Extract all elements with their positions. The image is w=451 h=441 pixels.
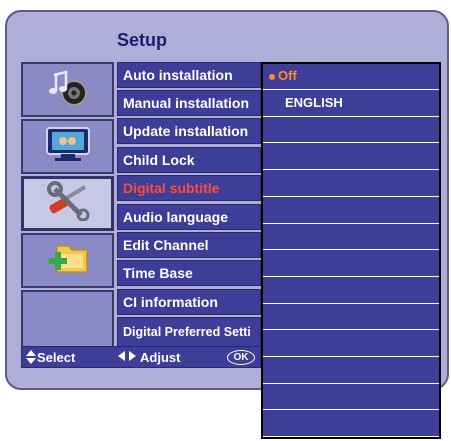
menu-column: Auto installation Manual installation Upda… — [117, 62, 261, 348]
music-speaker-icon — [44, 67, 92, 112]
tools-icon — [43, 181, 93, 226]
menu-item[interactable]: Digital Preferred Setti — [117, 317, 261, 348]
menu-item[interactable]: Update installation — [117, 118, 261, 144]
bottom-bar: Select Adjust OK — [21, 346, 261, 368]
tv-screen-icon — [43, 125, 93, 168]
category-tv[interactable] — [21, 119, 114, 174]
menu-item[interactable]: Audio language — [117, 204, 261, 230]
value-row — [263, 411, 439, 438]
leftright-icon — [118, 350, 136, 365]
value-row — [263, 278, 439, 304]
value-row[interactable]: ENGLISH — [263, 91, 439, 117]
menu-item[interactable]: Time Base — [117, 260, 261, 286]
category-column — [21, 62, 114, 348]
value-text: Off — [278, 68, 297, 83]
value-row — [263, 171, 439, 197]
selected-marker-icon — [269, 73, 275, 80]
value-row — [263, 117, 439, 144]
select-hint: Select — [37, 350, 76, 365]
category-music[interactable] — [21, 62, 114, 117]
adjust-hint: Adjust — [140, 350, 181, 365]
menu-item[interactable]: CI information — [117, 289, 261, 315]
category-empty — [21, 290, 114, 348]
value-column: Off ENGLISH — [261, 62, 441, 439]
value-row[interactable]: Off — [263, 64, 439, 90]
menu-item[interactable]: Child Lock — [117, 147, 261, 173]
ok-icon: OK — [227, 350, 255, 365]
menu-item[interactable]: Auto installation — [117, 62, 261, 88]
category-folder[interactable] — [21, 233, 114, 288]
menu-item[interactable]: Manual installation — [117, 90, 261, 116]
updown-icon — [26, 350, 36, 367]
folder-add-icon — [43, 238, 93, 283]
menu-item[interactable]: Edit Channel — [117, 232, 261, 258]
menu-item[interactable]: Digital subtitle — [117, 175, 261, 201]
value-row — [263, 224, 439, 251]
value-row — [263, 304, 439, 331]
page-title: Setup — [117, 30, 168, 50]
value-row — [263, 358, 439, 384]
value-row — [263, 144, 439, 171]
value-row — [263, 331, 439, 357]
value-text: ENGLISH — [285, 94, 343, 110]
value-row — [263, 251, 439, 277]
category-tools[interactable] — [21, 176, 114, 231]
value-row — [263, 384, 439, 411]
value-row — [263, 198, 439, 224]
